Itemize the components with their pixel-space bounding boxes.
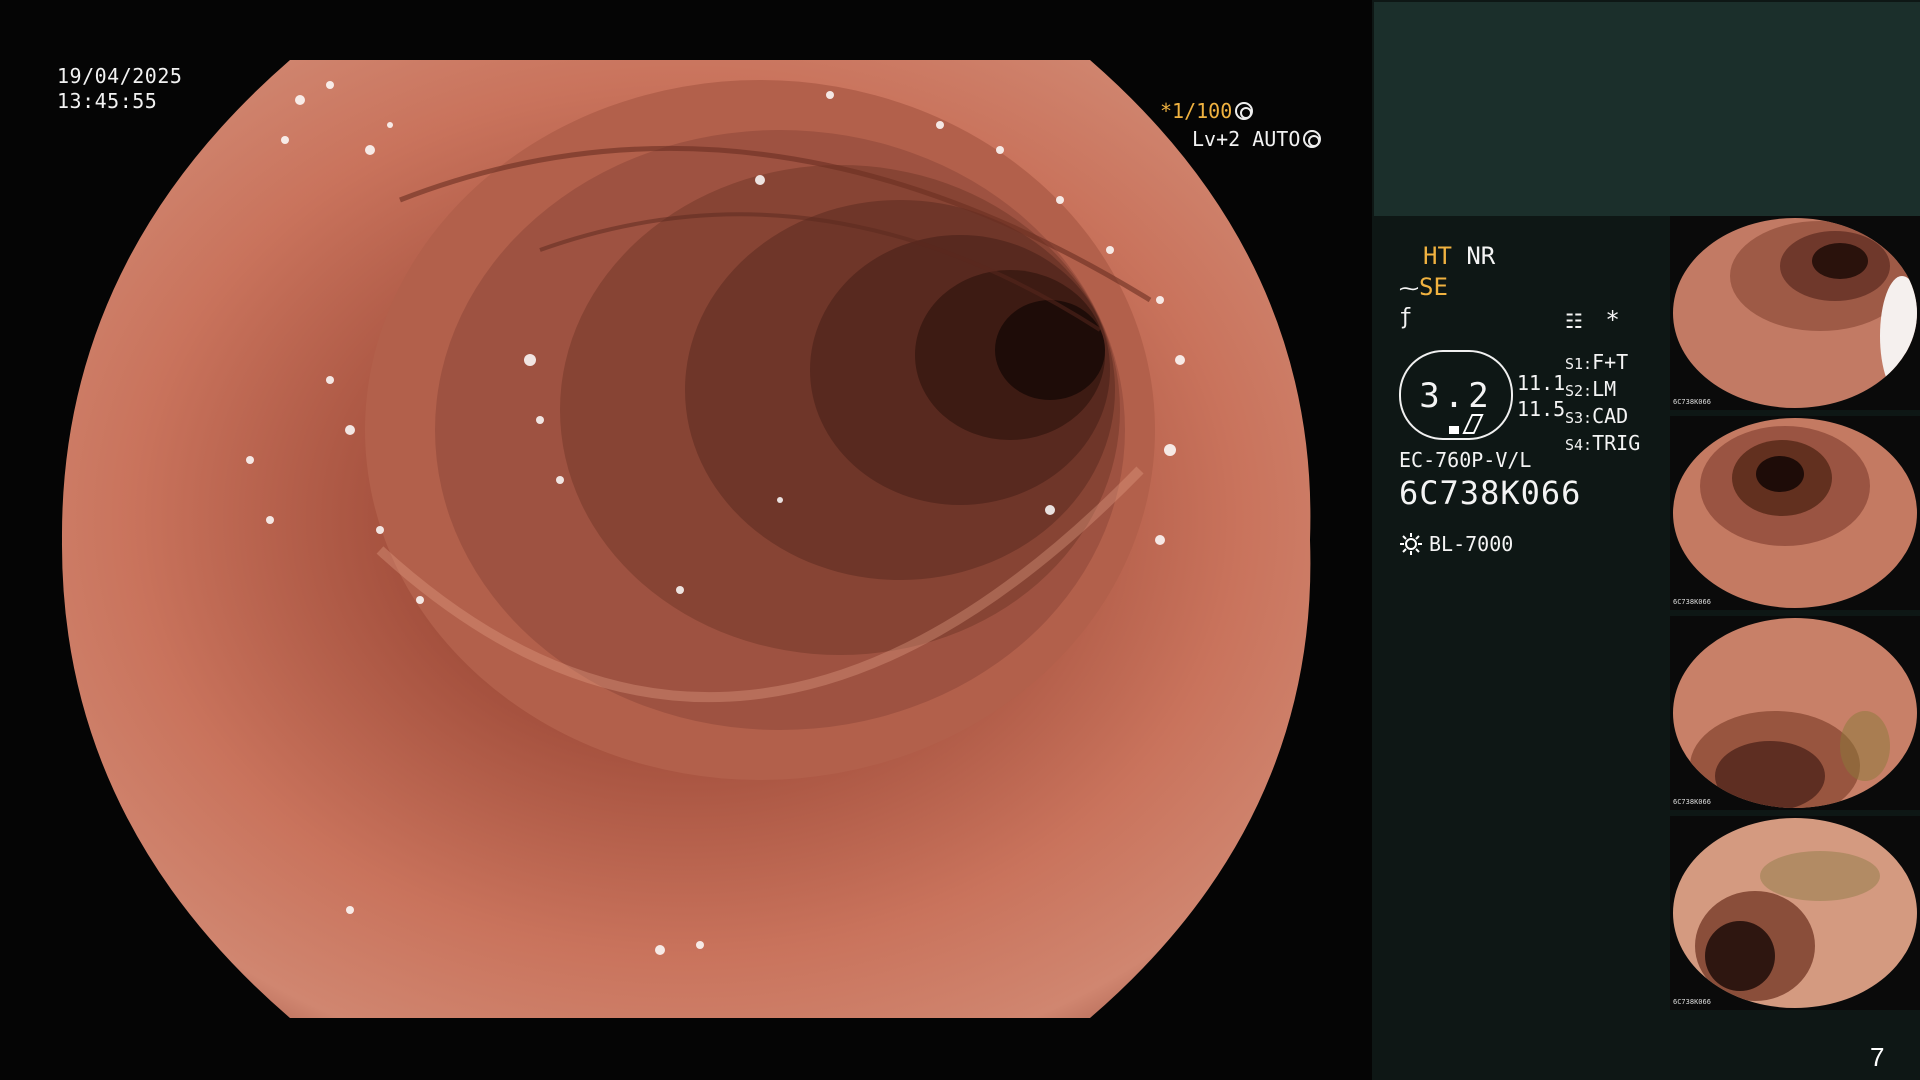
status-info-panel: HT NR ⁓SE ƒ ☷ * 3.2 11.1 11.5 S1:F+T S2:… <box>1395 240 1675 580</box>
thumbnail-image <box>1673 418 1917 608</box>
osd-agc-level: Lv+2 AUTO <box>1192 127 1322 152</box>
structure-enhance-icon: ⁓ <box>1399 276 1419 300</box>
color-gauge: 3.2 <box>1399 350 1513 440</box>
thumbnail-label: 6C738K066 <box>1673 598 1711 606</box>
asterisk-icon: * <box>1605 306 1620 334</box>
colon-lumen-image <box>0 0 1372 1080</box>
readout-1: 11.1 <box>1517 371 1566 395</box>
nr-indicator: NR <box>1466 242 1496 270</box>
gauge-readouts: 11.1 11.5 <box>1517 370 1565 422</box>
switch-item: S2:LM <box>1565 377 1617 401</box>
lamp-icon <box>1400 533 1422 555</box>
signal-row: ƒ <box>1399 302 1412 332</box>
thumbnail-label: 6C738K066 <box>1673 798 1711 806</box>
side-panel-header-block <box>1374 2 1920 216</box>
page-number: 7 <box>1870 1042 1885 1072</box>
thumbnail-label: 6C738K066 <box>1673 398 1711 406</box>
gauge-marker <box>1449 426 1459 434</box>
capture-thumbnail[interactable]: 6C738K066 <box>1670 416 1920 610</box>
capture-thumbnail[interactable]: 6C738K066 <box>1670 816 1920 1010</box>
thumbnail-image <box>1673 818 1917 1008</box>
osd-time: 13:45:55 <box>57 89 158 113</box>
thumbnail-label: 6C738K066 <box>1673 998 1711 1006</box>
shutter-value: *1/100 <box>1160 99 1233 123</box>
agc-ring-icon <box>1303 130 1322 148</box>
ht-indicator: HT <box>1423 242 1452 270</box>
gauge-value: 3.2 <box>1419 376 1493 416</box>
osd-date: 19/04/2025 <box>57 64 183 88</box>
thumbnail-image <box>1673 218 1917 408</box>
endoscope-main-view: 19/04/2025 13:45:55 *1/100 Lv+2 AUTO <box>0 0 1372 1080</box>
thumbnail-image <box>1673 618 1917 808</box>
menu-icons: ☷ * <box>1565 306 1620 335</box>
signal-icon: ƒ <box>1399 305 1413 330</box>
osd-datetime: 19/04/2025 13:45:55 <box>57 64 182 114</box>
shutter-iris-icon <box>1235 102 1254 120</box>
switch-item: S3:CAD <box>1565 404 1629 428</box>
light-source-label: BL-7000 <box>1429 532 1514 556</box>
switch-item: S4:TRIG <box>1565 431 1641 455</box>
switch-item: S1:F+T <box>1565 350 1629 374</box>
switch-assignments: S1:F+T S2:LM S3:CAD S4:TRIG <box>1565 350 1640 458</box>
readout-2: 11.5 <box>1517 397 1566 421</box>
capture-thumbnail[interactable]: 6C738K066 <box>1670 616 1920 810</box>
agc-value: Lv+2 AUTO <box>1192 127 1301 151</box>
scope-model: EC-760P-V/L <box>1399 448 1532 472</box>
ht-nr-row: HT NR <box>1423 242 1495 270</box>
menu-list-icon: ☷ <box>1565 309 1583 333</box>
osd-shutter-speed: *1/100 <box>1160 99 1254 124</box>
se-indicator: SE <box>1419 273 1448 301</box>
gauge-tick-icon <box>1462 414 1484 434</box>
capture-thumbnail[interactable]: 6C738K066 <box>1670 216 1920 410</box>
se-row: ⁓SE <box>1399 273 1448 302</box>
light-source-row: BL-7000 <box>1399 530 1513 558</box>
scope-serial: 6C738K066 <box>1399 474 1582 512</box>
